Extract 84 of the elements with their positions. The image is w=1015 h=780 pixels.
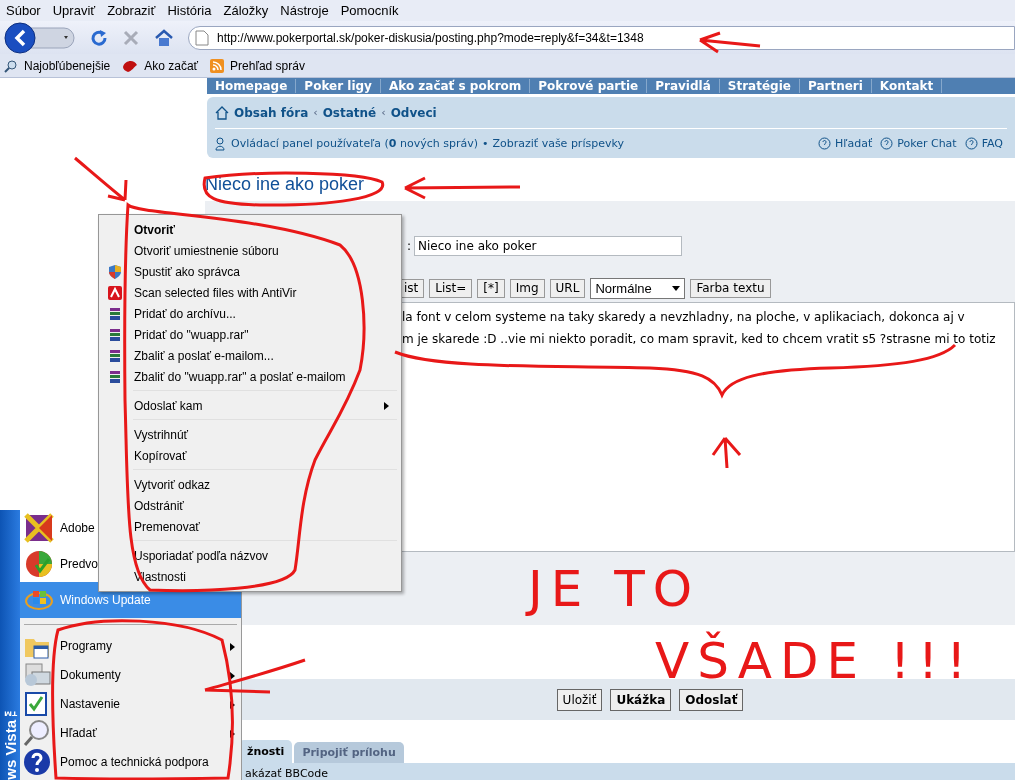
annotation-arrow (73, 156, 128, 202)
annotation-text: VŠADE !!! (655, 632, 975, 690)
rss-icon (210, 58, 225, 73)
subject-label: : (407, 238, 412, 253)
brand-text: ws Vista™ (1, 702, 19, 780)
site-nav-link[interactable]: Kontakt (871, 79, 943, 94)
context-menu-item[interactable]: Spustiť ako správca (101, 261, 399, 282)
breadcrumb-separator: ‹ (313, 106, 318, 120)
bookmark-link[interactable]: Ako začať (144, 58, 199, 73)
reload-icon[interactable] (90, 28, 108, 47)
bookmark-link[interactable]: Prehľad správ (230, 58, 305, 73)
site-nav-link[interactable]: Homepage (207, 79, 297, 94)
address-bar[interactable]: http://www.pokerportal.sk/poker-diskusia/posting.php?mode=reply&f=34&t=1348 (188, 25, 1015, 50)
annotation-arrow (698, 31, 762, 54)
form-button[interactable]: Odoslať (679, 688, 744, 711)
form-button[interactable]: Ukážka (610, 688, 672, 711)
option-label: akázať BBCode (245, 767, 329, 780)
back-forward-button[interactable] (4, 21, 76, 54)
books-icon (107, 327, 123, 343)
context-menu-item[interactable]: Scan selected files with AntiVir (101, 282, 399, 303)
site-nav-link[interactable]: Poker ligy (296, 79, 381, 94)
question-icon (818, 137, 832, 151)
format-button[interactable]: URL (549, 278, 586, 298)
submenu-arrow-icon (384, 402, 389, 410)
breadcrumb-link[interactable]: Odveci (390, 105, 437, 120)
start-menu-item[interactable]: Nastavenie (20, 689, 241, 718)
submenu-arrow-icon (230, 643, 235, 651)
option-tab[interactable]: Pripojiť prílohu (294, 742, 404, 763)
start-menu-item[interactable]: Programy (20, 631, 241, 660)
header-link[interactable]: FAQ (981, 137, 1003, 151)
start-menu-item[interactable]: Hľadať (20, 718, 241, 747)
shield-icon (107, 264, 123, 280)
breadcrumb-link[interactable]: Obsah fóra (234, 105, 309, 120)
question-icon (964, 137, 978, 151)
header-link[interactable]: Poker Chat (897, 137, 957, 151)
site-nav-link[interactable]: Partneri (799, 79, 872, 94)
menu-item[interactable]: Zobraziť (107, 3, 156, 18)
context-menu-item[interactable]: Otvoriť (101, 219, 399, 240)
menu-item[interactable]: Upraviť (52, 3, 96, 18)
site-nav-link[interactable]: Stratégie (719, 79, 800, 94)
header-link[interactable]: Hľadať (835, 137, 873, 151)
breadcrumb-separator: ‹ (381, 106, 386, 120)
form-button[interactable]: Uložiť (556, 688, 603, 711)
menu-item[interactable]: Záložky (223, 3, 269, 18)
option-tab[interactable]: žnosti (239, 740, 293, 763)
menu-item[interactable]: Pomocník (340, 3, 399, 18)
bullet: • (482, 137, 489, 151)
site-nav-link[interactable]: Pokrové partie (530, 79, 648, 94)
question-icon (880, 137, 894, 151)
own-posts-link[interactable]: Zobraziť vaše príspevky (492, 137, 624, 151)
dropdown-arrow-icon (672, 285, 681, 291)
text-color-button[interactable]: Farba textu (690, 278, 771, 298)
site-nav-link[interactable]: Pravidlá (647, 79, 720, 94)
menu-item[interactable]: História (167, 3, 212, 18)
font-size-select[interactable]: Normálne (590, 277, 686, 299)
topic-title[interactable]: Nieco ine ako poker (205, 173, 365, 195)
format-button[interactable]: Img (509, 278, 545, 298)
submenu-arrow-icon (230, 672, 235, 680)
start-menu-item[interactable]: Pomoc a technická podpora (20, 747, 241, 776)
animal-icon (122, 58, 139, 73)
format-button[interactable]: List= (429, 278, 473, 298)
orb-icon (24, 549, 54, 579)
bookmark-link[interactable]: Najobľúbenejšie (24, 58, 111, 73)
subject-field[interactable]: Nieco ine ako poker (414, 235, 683, 256)
start-menu-item[interactable]: Dokumenty (20, 660, 241, 689)
search-icon (4, 58, 18, 73)
colorful-square-icon (24, 513, 54, 543)
format-button[interactable]: [*] (477, 278, 505, 298)
home-icon[interactable] (154, 28, 174, 47)
search-icon (22, 717, 52, 748)
books-icon (107, 306, 123, 322)
site-nav-link[interactable]: Ako začať s pokrom (380, 79, 531, 94)
context-menu-item[interactable]: Otvoriť umiestnenie súboru (101, 240, 399, 261)
control-panel-link[interactable]: Ovládací panel používateľa (0 nových správ) (231, 137, 478, 151)
books-icon (107, 369, 123, 385)
books-icon (107, 348, 123, 364)
breadcrumb-link[interactable]: Ostatné (322, 105, 377, 120)
menu-item[interactable]: Nástroje (280, 3, 329, 18)
user-icon (215, 136, 227, 151)
menu-item[interactable]: Súbor (6, 3, 41, 18)
home-icon (215, 105, 229, 120)
submenu-arrow-icon (230, 701, 235, 709)
annotation-arrow (711, 436, 742, 470)
help-icon (22, 746, 52, 777)
